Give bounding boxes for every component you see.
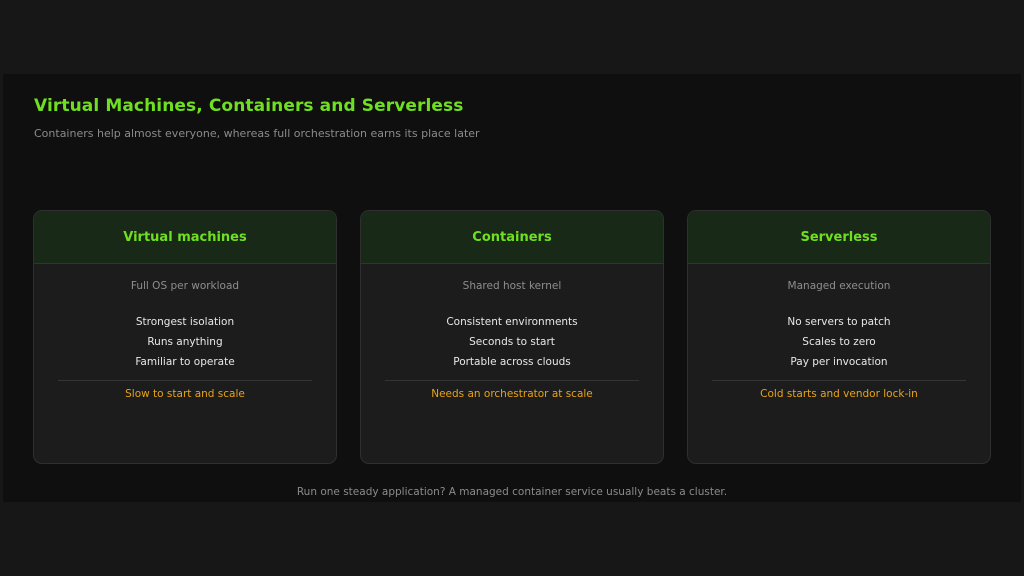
- card-drawback: Needs an orchestrator at scale: [431, 388, 593, 400]
- feature-item: Consistent environments: [446, 316, 578, 328]
- card-title: Virtual machines: [123, 229, 247, 245]
- feature-item: Seconds to start: [469, 336, 555, 348]
- card-header: Containers: [361, 211, 663, 264]
- slide: Virtual Machines, Containers and Serverl…: [3, 74, 1021, 502]
- card-serverless: Serverless Managed execution No servers …: [687, 210, 991, 464]
- card-subtitle: Managed execution: [787, 280, 891, 292]
- card-title: Serverless: [800, 229, 878, 245]
- feature-item: Portable across clouds: [453, 356, 571, 368]
- feature-item: Pay per invocation: [790, 356, 888, 368]
- card-drawback: Cold starts and vendor lock-in: [760, 388, 918, 400]
- card-title: Containers: [472, 229, 552, 245]
- card-header: Virtual machines: [34, 211, 336, 264]
- feature-list: No servers to patch Scales to zero Pay p…: [688, 312, 990, 372]
- feature-item: Scales to zero: [802, 336, 876, 348]
- feature-list: Strongest isolation Runs anything Famili…: [34, 312, 336, 372]
- card-virtual-machines: Virtual machines Full OS per workload St…: [33, 210, 337, 464]
- card-subtitle: Full OS per workload: [130, 280, 240, 292]
- card-containers: Containers Shared host kernel Consistent…: [360, 210, 664, 464]
- card-divider: [58, 380, 312, 381]
- card-header: Serverless: [688, 211, 990, 264]
- card-divider: [712, 380, 966, 381]
- footer-note: Run one steady application? A managed co…: [296, 486, 728, 498]
- card-drawback: Slow to start and scale: [125, 388, 245, 400]
- feature-item: Familiar to operate: [135, 356, 235, 368]
- feature-list: Consistent environments Seconds to start…: [361, 312, 663, 372]
- slide-subtitle: Containers help almost everyone, whereas…: [34, 127, 480, 140]
- slide-title: Virtual Machines, Containers and Serverl…: [34, 96, 464, 116]
- card-subtitle: Shared host kernel: [462, 280, 562, 292]
- card-divider: [385, 380, 639, 381]
- feature-item: Strongest isolation: [135, 316, 235, 328]
- feature-item: No servers to patch: [787, 316, 891, 328]
- feature-item: Runs anything: [147, 336, 223, 348]
